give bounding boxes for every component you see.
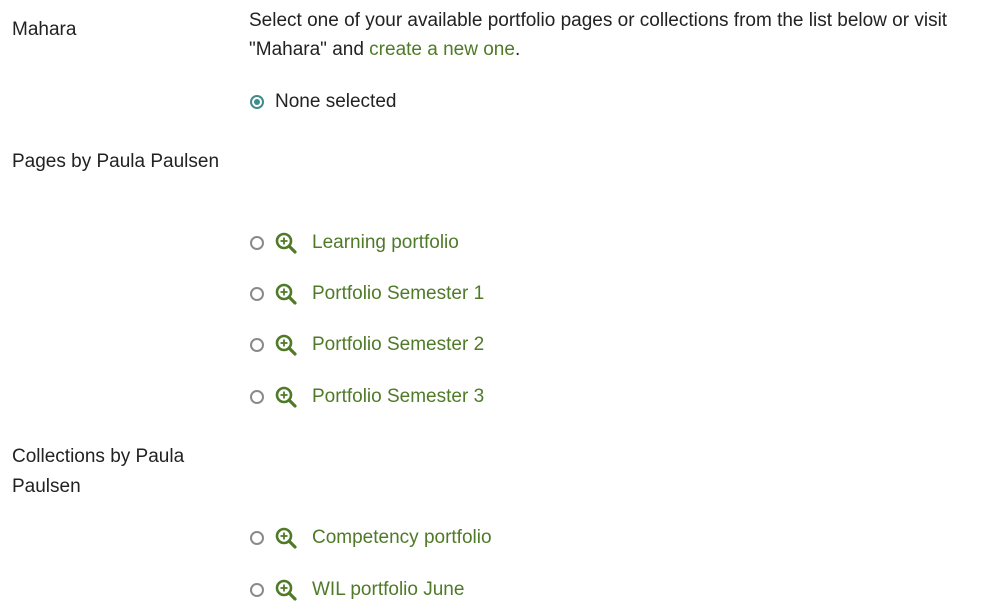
magnifier-zoom-in-icon[interactable]	[275, 579, 297, 601]
intro-text: Select one of your available portfolio p…	[249, 6, 994, 64]
collection-link[interactable]: Competency portfolio	[312, 527, 492, 549]
mahara-label: Mahara	[12, 19, 77, 40]
collection-option[interactable]: Competency portfolio	[249, 524, 492, 552]
page-link[interactable]: Portfolio Semester 1	[312, 283, 484, 305]
magnifier-zoom-in-icon[interactable]	[275, 283, 297, 305]
page-option[interactable]: Portfolio Semester 2	[249, 331, 484, 359]
page-radio[interactable]	[250, 287, 264, 301]
page-option[interactable]: Portfolio Semester 1	[249, 280, 484, 308]
magnifier-zoom-in-icon[interactable]	[275, 232, 297, 254]
page-link[interactable]: Learning portfolio	[312, 232, 459, 254]
magnifier-zoom-in-icon[interactable]	[275, 386, 297, 408]
page-radio[interactable]	[250, 338, 264, 352]
page-option[interactable]: Portfolio Semester 3	[249, 383, 484, 411]
collections-section-heading: Collections by Paula Paulsen	[12, 446, 185, 497]
collection-radio[interactable]	[250, 531, 264, 545]
intro-text-before: Select one of your available portfolio p…	[249, 10, 948, 60]
collection-link[interactable]: WIL portfolio June	[312, 579, 464, 601]
none-selected-label: None selected	[275, 91, 397, 112]
page-link[interactable]: Portfolio Semester 3	[312, 386, 484, 408]
magnifier-zoom-in-icon[interactable]	[275, 527, 297, 549]
page-radio[interactable]	[250, 390, 264, 404]
collection-option[interactable]: WIL portfolio June	[249, 576, 464, 604]
page-option[interactable]: Learning portfolio	[249, 229, 459, 257]
page-link[interactable]: Portfolio Semester 2	[312, 334, 484, 356]
collection-radio[interactable]	[250, 583, 264, 597]
pages-section-heading: Pages by Paula Paulsen	[12, 151, 220, 172]
none-selected-option[interactable]: None selected	[249, 88, 396, 116]
none-selected-radio[interactable]	[250, 95, 264, 109]
create-new-link[interactable]: create a new one	[369, 39, 515, 60]
magnifier-zoom-in-icon[interactable]	[275, 334, 297, 356]
intro-text-after: .	[514, 39, 521, 60]
page-radio[interactable]	[250, 236, 264, 250]
